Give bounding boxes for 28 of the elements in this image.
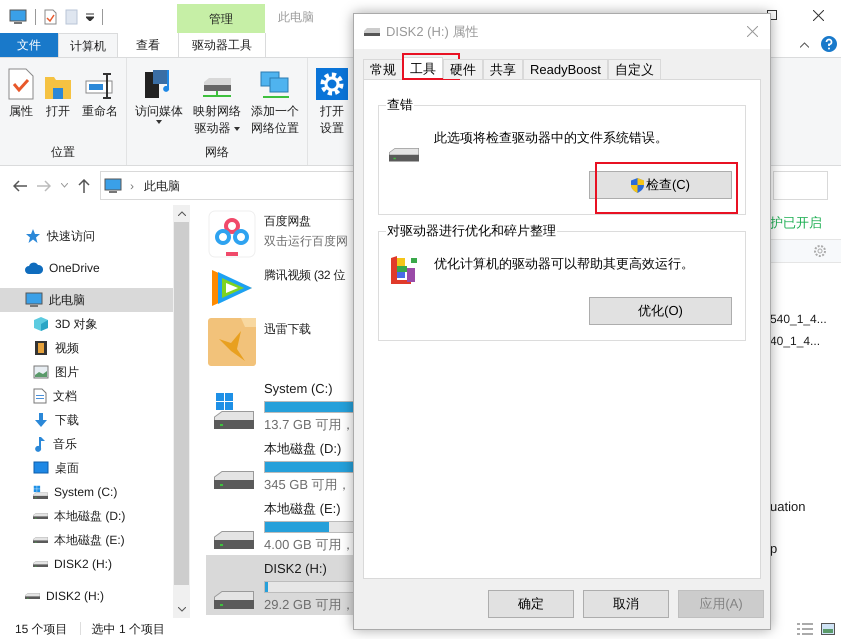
dialog-title: DISK2 (H:) 属性 bbox=[386, 22, 478, 41]
group-title: 查错 bbox=[386, 97, 414, 113]
free-space: 13.7 GB 可用， bbox=[264, 416, 356, 434]
partial-text: uation bbox=[770, 498, 806, 516]
file-name: 540_1_4... bbox=[770, 310, 828, 328]
file-name: 40_1_4... bbox=[770, 332, 822, 350]
item-subtitle: 双击运行百度网 bbox=[264, 233, 348, 250]
group-description: 优化计算机的驱动器可以帮助其更高效运行。 bbox=[434, 255, 694, 273]
item-name: 腾讯视频 (32 位 bbox=[264, 267, 346, 284]
selection-count: 选中 1 个项目 bbox=[90, 620, 166, 638]
status-text: 护已开启 bbox=[770, 214, 823, 232]
window-title: 此电脑 bbox=[277, 8, 314, 26]
item-name: 迅雷下载 bbox=[264, 321, 311, 338]
item-name: 百度网盘 bbox=[264, 213, 312, 230]
drive-name: 本地磁盘 (E:) bbox=[264, 500, 342, 518]
group-label: 网络 bbox=[204, 144, 230, 161]
item-count: 15 个项目 bbox=[14, 620, 69, 638]
free-space: 4.00 GB 可用， bbox=[264, 536, 356, 554]
drive-name: System (C:) bbox=[264, 380, 334, 398]
context-tab-group: 管理 bbox=[177, 4, 265, 33]
partial-text: p bbox=[770, 540, 778, 558]
group-description: 此选项将检查驱动器中的文件系统错误。 bbox=[434, 129, 668, 147]
group-label: 位置 bbox=[50, 144, 76, 161]
free-space: 345 GB 可用， bbox=[264, 476, 352, 494]
group-title: 对驱动器进行优化和碎片整理 bbox=[386, 223, 557, 239]
drive-name: 本地磁盘 (D:) bbox=[264, 440, 342, 458]
free-space: 29.2 GB 可用， bbox=[264, 596, 356, 614]
drive-name: DISK2 (H:) bbox=[264, 560, 328, 578]
